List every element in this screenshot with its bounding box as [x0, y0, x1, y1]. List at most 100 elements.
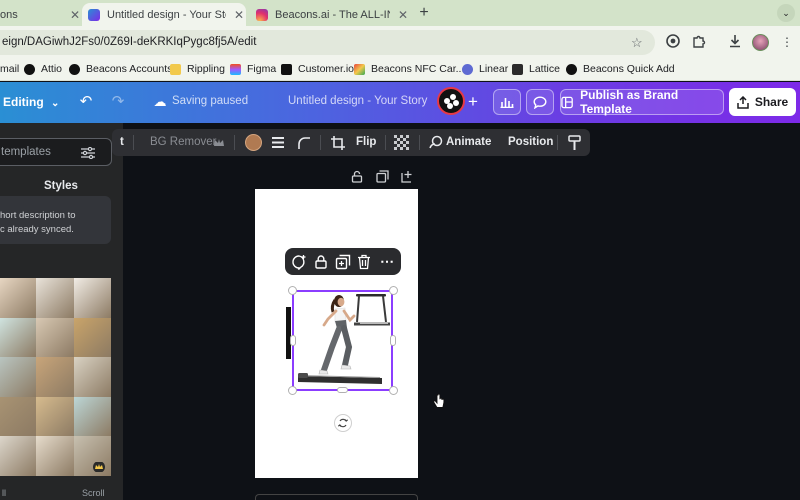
bookmarks-bar: mail Attio Beacons Accounts Rippling Fig… — [0, 59, 800, 81]
filter-sliders-icon[interactable] — [81, 147, 95, 159]
paint-roller-icon[interactable] — [567, 135, 583, 151]
close-tab-icon[interactable]: ✕ — [68, 8, 82, 22]
crop-icon[interactable] — [330, 135, 346, 151]
delete-trash-icon[interactable] — [357, 254, 373, 270]
add-page-icon[interactable] — [401, 170, 415, 184]
bookmark-attio[interactable]: Attio — [24, 63, 62, 75]
close-tab-icon[interactable]: ✕ — [396, 8, 410, 22]
tab-styles[interactable]: Styles — [44, 180, 78, 192]
resize-handle-s[interactable] — [337, 387, 348, 393]
browser-menu-icon[interactable]: ⋮ — [779, 34, 795, 50]
figma-icon — [230, 63, 241, 75]
bookmark-star-icon[interactable]: ☆ — [631, 35, 643, 51]
bookmark-beacons-nfc[interactable]: Beacons NFC Car... — [354, 63, 464, 75]
bg-remover-button[interactable]: BG Remover — [150, 136, 216, 148]
editing-mode-dropdown[interactable]: Editing ⌄ — [3, 95, 59, 109]
undo-icon[interactable]: ↶ — [76, 92, 96, 112]
extensions-puzzle-icon[interactable] — [691, 34, 707, 50]
template-thumbnail[interactable] — [74, 436, 111, 476]
browser-tab-beacons[interactable]: Beacons.ai - The ALL-IN-ONE ✕ — [250, 3, 410, 26]
template-thumbnail[interactable] — [0, 357, 36, 397]
bookmark-beacons-accounts[interactable]: Beacons Accounts — [69, 63, 172, 75]
template-thumbnail[interactable] — [74, 317, 111, 358]
corner-rounding-icon[interactable] — [296, 135, 312, 151]
brand-info-card: hort description to c already synced. — [0, 196, 111, 244]
browser-tab-canva[interactable]: Untitled design - Your Story - C ✕ — [82, 3, 246, 26]
share-button[interactable]: Share — [729, 88, 796, 116]
url-text: eign/DAGiwhJ2Fs0/0Z69I-deKRKIqPygc8fj5A/… — [2, 36, 257, 48]
template-thumbnail[interactable] — [74, 278, 111, 318]
add-collaborator-icon[interactable]: + — [463, 92, 483, 112]
bookmark-rippling[interactable]: Rippling — [170, 63, 225, 75]
templates-search-input[interactable]: templates — [0, 138, 112, 166]
insights-button[interactable] — [493, 89, 521, 115]
attio-icon — [24, 63, 35, 75]
rotate-handle[interactable] — [334, 414, 352, 432]
lattice-icon — [512, 63, 523, 75]
lock-element-icon[interactable] — [314, 254, 330, 270]
profile-sync-icon[interactable] — [665, 34, 681, 50]
position-button[interactable]: Position — [508, 136, 553, 148]
bookmark-linear[interactable]: Linear — [462, 63, 508, 75]
profile-avatar[interactable] — [752, 34, 769, 51]
template-thumbnail[interactable] — [36, 396, 74, 437]
resize-handle-se[interactable] — [389, 386, 398, 395]
omnibox[interactable]: eign/DAGiwhJ2Fs0/0Z69I-deKRKIqPygc8fj5A/… — [0, 30, 655, 55]
border-style-icon[interactable] — [270, 135, 286, 151]
duplicate-page-icon[interactable] — [376, 170, 390, 184]
redo-icon: ↷ — [111, 93, 125, 110]
template-thumbnail[interactable] — [0, 396, 36, 437]
close-tab-icon[interactable]: ✕ — [232, 8, 246, 22]
resize-handle-w[interactable] — [290, 335, 296, 346]
browser-tab-prev[interactable]: ons ✕ — [0, 3, 82, 26]
new-tab-button[interactable]: + — [416, 5, 432, 21]
collaborator-avatar[interactable] — [437, 87, 465, 115]
template-thumbnail[interactable] — [74, 357, 111, 397]
bookmark-lattice[interactable]: Lattice — [512, 63, 560, 75]
document-title[interactable]: Untitled design - Your Story — [288, 95, 427, 107]
mouse-pointer-icon — [433, 393, 445, 408]
transparency-icon[interactable] — [394, 135, 410, 151]
flip-button[interactable]: Flip — [356, 136, 376, 148]
template-thumbnail[interactable] — [36, 436, 74, 476]
template-thumbnail[interactable] — [74, 396, 111, 437]
bookmark-mail[interactable]: mail — [0, 63, 19, 75]
templates-panel: templates Styles hort description to c a… — [0, 123, 123, 500]
bookmark-customer-io[interactable]: Customer.io — [281, 63, 354, 75]
resize-handle-e[interactable] — [390, 335, 396, 346]
rippling-icon — [170, 63, 181, 75]
template-thumbnail[interactable] — [0, 278, 36, 318]
download-icon[interactable] — [727, 34, 743, 50]
customer-io-icon — [281, 63, 292, 75]
template-thumbnail[interactable] — [0, 436, 36, 476]
template-thumbnail-grid — [0, 278, 111, 476]
bookmark-figma[interactable]: Figma — [230, 63, 276, 75]
edit-button[interactable]: t — [120, 136, 124, 148]
comments-button[interactable] — [526, 89, 554, 115]
tab-search-button[interactable]: ⌄ — [777, 4, 795, 22]
template-thumbnail[interactable] — [0, 317, 36, 358]
more-options-icon[interactable]: ⋯ — [380, 253, 396, 269]
template-thumbnail[interactable] — [36, 317, 74, 358]
template-icon — [561, 96, 573, 108]
bar-chart-icon — [500, 98, 514, 108]
comment-add-icon[interactable] — [291, 254, 307, 270]
animate-button[interactable]: Animate — [446, 136, 491, 148]
lock-page-icon[interactable] — [351, 170, 365, 184]
resize-handle-nw[interactable] — [288, 286, 297, 295]
resize-handle-sw[interactable] — [288, 386, 297, 395]
chevron-down-icon: ⌄ — [51, 98, 60, 109]
template-thumbnail[interactable] — [36, 278, 74, 318]
color-swatch-button[interactable] — [245, 134, 262, 151]
next-page-preview — [255, 494, 418, 500]
resize-handle-ne[interactable] — [389, 286, 398, 295]
floating-element-toolbar: ⋯ — [285, 248, 401, 275]
canva-favicon-icon — [88, 8, 100, 21]
duplicate-element-icon[interactable] — [335, 254, 351, 270]
beacons-icon — [566, 63, 577, 75]
template-thumbnail[interactable] — [36, 357, 74, 397]
bookmark-beacons-quick-add[interactable]: Beacons Quick Add — [566, 63, 675, 75]
selection-box — [292, 290, 393, 391]
share-upload-icon — [737, 95, 749, 109]
publish-brand-template-button[interactable]: Publish as Brand Template — [560, 88, 724, 116]
